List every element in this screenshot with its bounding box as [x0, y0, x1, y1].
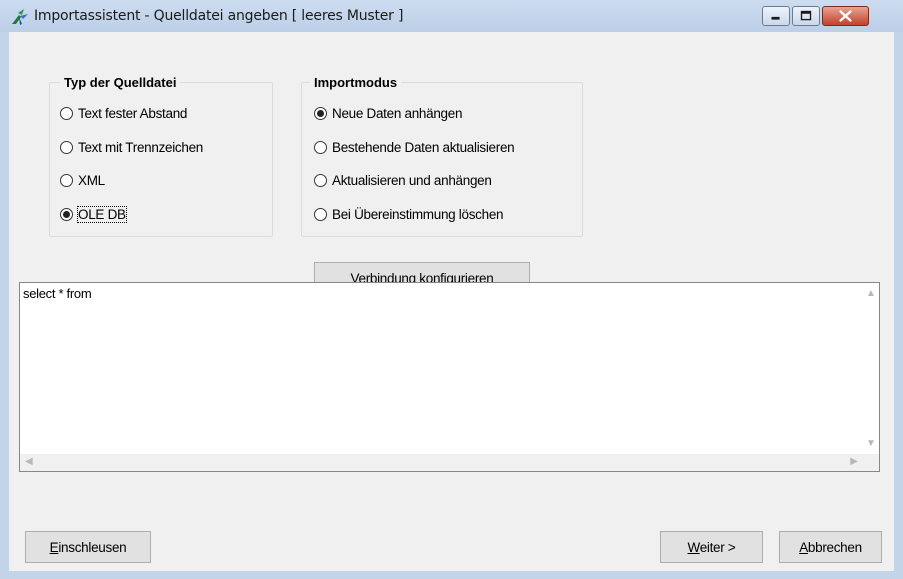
radio-circle-checked[interactable] — [60, 207, 73, 221]
import-mode-legend: Importmodus — [310, 75, 402, 90]
radio-update-existing[interactable]: Bestehende Daten aktualisieren — [314, 137, 515, 157]
radio-circle[interactable] — [60, 173, 73, 187]
radio-circle[interactable] — [60, 140, 73, 154]
radio-label: Neue Daten anhängen — [332, 105, 463, 121]
scroll-up-icon[interactable]: ▲ — [866, 289, 876, 299]
radio-label: Text fester Abstand — [78, 105, 188, 121]
cancel-button-label: Abbrechen — [799, 539, 862, 555]
minimize-icon — [771, 16, 780, 20]
next-button[interactable]: Weiter > — [660, 531, 763, 563]
maximize-button[interactable] — [792, 6, 820, 26]
scroll-left-icon[interactable]: ◀ — [25, 457, 33, 467]
radio-label: Bei Übereinstimmung löschen — [332, 206, 504, 222]
close-button[interactable] — [822, 6, 869, 26]
radio-append-new[interactable]: Neue Daten anhängen — [314, 103, 462, 123]
radio-label: XML — [78, 172, 105, 188]
radio-circle[interactable] — [314, 173, 327, 187]
dialog-client: Typ der Quelldatei Text fester Abstand T… — [9, 32, 894, 571]
radio-label: Bestehende Daten aktualisieren — [332, 139, 515, 155]
radio-update-and-append[interactable]: Aktualisieren und anhängen — [314, 170, 492, 190]
cancel-button[interactable]: Abbrechen — [779, 531, 882, 563]
scrollbar-corner — [862, 454, 879, 471]
radio-circle[interactable] — [60, 106, 73, 120]
radio-circle[interactable] — [314, 207, 327, 221]
vertical-scrollbar[interactable]: ▲ ▼ — [862, 283, 879, 455]
source-type-legend: Typ der Quelldatei — [60, 75, 181, 90]
scroll-right-icon[interactable]: ▶ — [850, 457, 858, 467]
radio-circle[interactable] — [314, 140, 327, 154]
horizontal-scrollbar[interactable]: ◀ ▶ — [20, 454, 863, 471]
next-button-label: Weiter > — [687, 539, 736, 555]
close-icon — [839, 10, 852, 22]
title-bar[interactable]: Importassistent - Quelldatei angeben [ l… — [0, 0, 903, 32]
query-textarea[interactable]: select * from ▲ ▼ ◀ ▶ — [19, 282, 880, 472]
radio-text-delimited[interactable]: Text mit Trennzeichen — [60, 137, 203, 157]
import-button-label: Einschleusen — [49, 539, 127, 555]
minimize-button[interactable] — [762, 6, 790, 26]
radio-circle-checked[interactable] — [314, 106, 327, 120]
radio-label: Aktualisieren und anhängen — [332, 172, 492, 188]
radio-text-fixed[interactable]: Text fester Abstand — [60, 103, 187, 123]
app-icon — [12, 9, 28, 25]
query-text: select * from — [23, 286, 92, 301]
window-title: Importassistent - Quelldatei angeben [ l… — [34, 8, 404, 24]
import-button[interactable]: Einschleusen — [25, 531, 151, 563]
dialog-window: Importassistent - Quelldatei angeben [ l… — [0, 0, 903, 579]
radio-label: OLE DB — [77, 205, 127, 223]
radio-xml[interactable]: XML — [60, 170, 105, 190]
radio-label: Text mit Trennzeichen — [78, 139, 204, 155]
radio-ole-db[interactable]: OLE DB — [60, 204, 127, 224]
scroll-down-icon[interactable]: ▼ — [866, 439, 876, 449]
radio-delete-on-match[interactable]: Bei Übereinstimmung löschen — [314, 204, 504, 224]
maximize-icon — [800, 10, 812, 21]
